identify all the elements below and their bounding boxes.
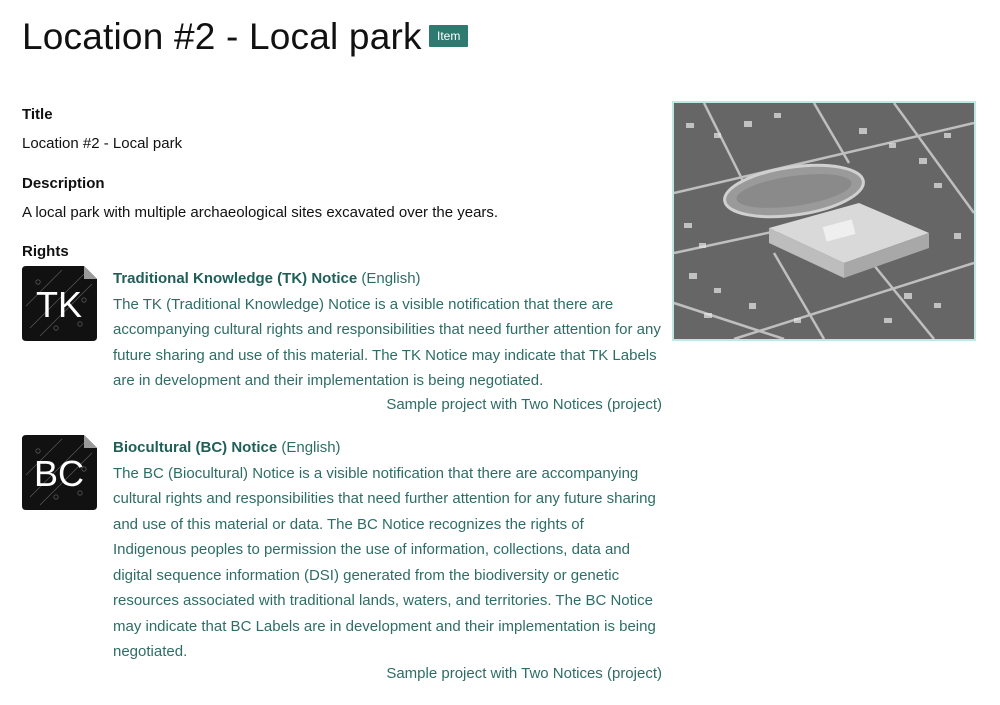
svg-text:BC: BC [34,453,84,494]
title-label: Title [22,106,53,123]
tk-notice-description: The TK (Traditional Knowledge) Notice is… [113,295,661,390]
tk-notice-body: Traditional Knowledge (TK) Notice (Engli… [113,266,661,394]
bc-notice-language: (English) [281,439,341,456]
bc-notice-icon[interactable]: BC [22,435,97,510]
bc-notice-title[interactable]: Biocultural (BC) Notice [113,439,277,456]
aerial-photo [673,102,976,341]
title-value: Location #2 - Local park [22,135,183,152]
description-label: Description [22,175,105,192]
description-value: A local park with multiple archaeologica… [22,204,499,221]
page-title: Location #2 - Local park [22,16,422,57]
tk-notice-project-link[interactable]: Sample project with Two Notices (project… [386,396,662,413]
tk-notice-language: (English) [361,270,421,287]
item-image[interactable] [672,101,976,341]
bc-notice-body: Biocultural (BC) Notice (English) The BC… [113,435,661,665]
item-type-badge: Item [429,25,469,47]
tk-notice: TK Traditional Knowledge (TK) Notice (En… [22,266,662,416]
bc-notice-description: The BC (Biocultural) Notice is a visible… [113,464,656,661]
tk-notice-title[interactable]: Traditional Knowledge (TK) Notice [113,270,357,287]
svg-text:TK: TK [36,284,82,325]
bc-notice: BC Biocultural (BC) Notice (English) The… [22,435,662,690]
tk-notice-icon[interactable]: TK [22,266,97,341]
rights-label: Rights [22,243,69,260]
bc-notice-project-link[interactable]: Sample project with Two Notices (project… [386,665,662,682]
